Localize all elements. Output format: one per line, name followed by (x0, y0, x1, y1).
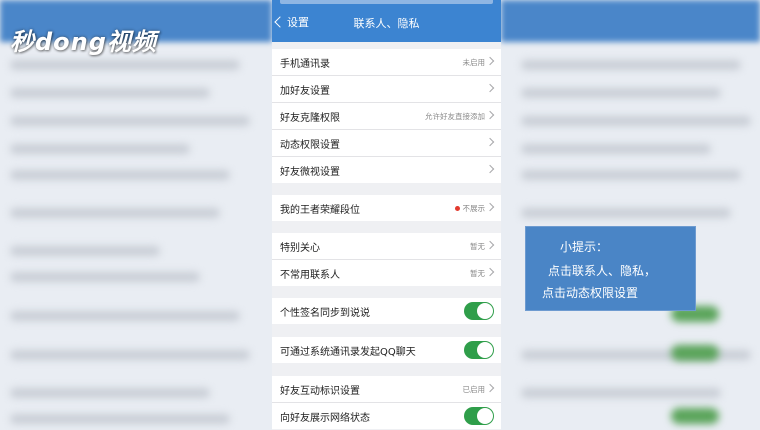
search-bar-edge (280, 0, 493, 4)
row-show-network-status: 向好友展示网络状态 (272, 403, 501, 429)
chevron-right-icon (485, 240, 495, 250)
chevron-right-icon (485, 56, 495, 66)
row-value: 允许好友直接添加 (425, 111, 485, 121)
page-title: 联系人、隐私 (353, 17, 420, 30)
phone-screen: 设置 联系人、隐私 手机通讯录 未启用 加好友设置 好友克隆权限 允许好友直接添… (272, 0, 501, 430)
tip-title: 小提示： (560, 240, 609, 254)
row-label: 特别关心 (280, 242, 320, 254)
row-feed-permission-settings[interactable]: 动态权限设置 (272, 130, 501, 157)
row-special-care[interactable]: 特别关心 暂无 (272, 233, 501, 260)
row-system-contacts-chat: 可通过系统通讯录发起QQ聊天 (272, 337, 501, 363)
row-label: 好友互动标识设置 (280, 385, 360, 397)
row-interaction-badge-settings[interactable]: 好友互动标识设置 已启用 (272, 376, 501, 403)
system-contacts-chat-toggle[interactable] (464, 341, 494, 359)
tip-box: 小提示： 点击联系人、隐私， 点击动态权限设置 (525, 226, 696, 311)
row-friend-clone-permission[interactable]: 好友克隆权限 允许好友直接添加 (272, 103, 501, 130)
nav-bar: 设置 联系人、隐私 (272, 0, 501, 42)
tip-line-1: 点击联系人、隐私， (548, 264, 657, 278)
row-weishi-settings[interactable]: 好友微视设置 (272, 157, 501, 183)
row-signature-sync: 个性签名同步到说说 (272, 298, 501, 324)
row-value: 暂无 (470, 268, 485, 278)
chevron-right-icon (485, 164, 495, 174)
red-dot-icon (454, 205, 460, 211)
row-label: 好友克隆权限 (280, 112, 340, 124)
settings-group-interaction: 好友互动标识设置 已启用 向好友展示网络状态 (272, 376, 501, 429)
chevron-right-icon (485, 202, 495, 212)
row-value: 已启用 (462, 384, 486, 394)
settings-group-system-contacts: 可通过系统通讯录发起QQ聊天 (272, 337, 501, 363)
row-label: 手机通讯录 (280, 58, 330, 70)
row-label: 动态权限设置 (280, 139, 340, 151)
row-label: 我的王者荣耀段位 (280, 204, 360, 216)
background-left (0, 0, 272, 430)
settings-group-special: 特别关心 暂无 不常用联系人 暂无 (272, 233, 501, 286)
row-label: 加好友设置 (280, 85, 330, 97)
row-value: 暂无 (470, 241, 485, 251)
watermark-logo: 秒dong视频 (10, 28, 157, 56)
chevron-right-icon (485, 83, 495, 93)
row-honor-of-kings-rank[interactable]: 我的王者荣耀段位 不展示 (272, 195, 501, 221)
row-value-text: 不展示 (462, 203, 486, 213)
row-label: 不常用联系人 (280, 269, 340, 281)
row-label: 可通过系统通讯录发起QQ聊天 (280, 346, 416, 358)
row-label: 好友微视设置 (280, 166, 340, 178)
tip-line-2: 点击动态权限设置 (542, 286, 639, 300)
row-add-friend-settings[interactable]: 加好友设置 (272, 76, 501, 103)
chevron-right-icon (485, 267, 495, 277)
settings-group-contacts: 手机通讯录 未启用 加好友设置 好友克隆权限 允许好友直接添加 动态权限设置 好… (272, 49, 501, 183)
settings-group-game: 我的王者荣耀段位 不展示 (272, 195, 501, 221)
chevron-right-icon (485, 137, 495, 147)
signature-sync-toggle[interactable] (464, 302, 494, 320)
row-phone-contacts[interactable]: 手机通讯录 未启用 (272, 49, 501, 76)
settings-group-signature: 个性签名同步到说说 (272, 298, 501, 324)
row-value: 不展示 (454, 203, 486, 214)
chevron-right-icon (485, 383, 495, 393)
row-infrequent-contacts[interactable]: 不常用联系人 暂无 (272, 260, 501, 286)
row-label: 向好友展示网络状态 (280, 412, 370, 424)
row-value: 未启用 (462, 57, 486, 67)
background-right (501, 0, 760, 430)
network-status-toggle[interactable] (464, 407, 494, 425)
chevron-right-icon (485, 110, 495, 120)
row-label: 个性签名同步到说说 (280, 307, 370, 319)
